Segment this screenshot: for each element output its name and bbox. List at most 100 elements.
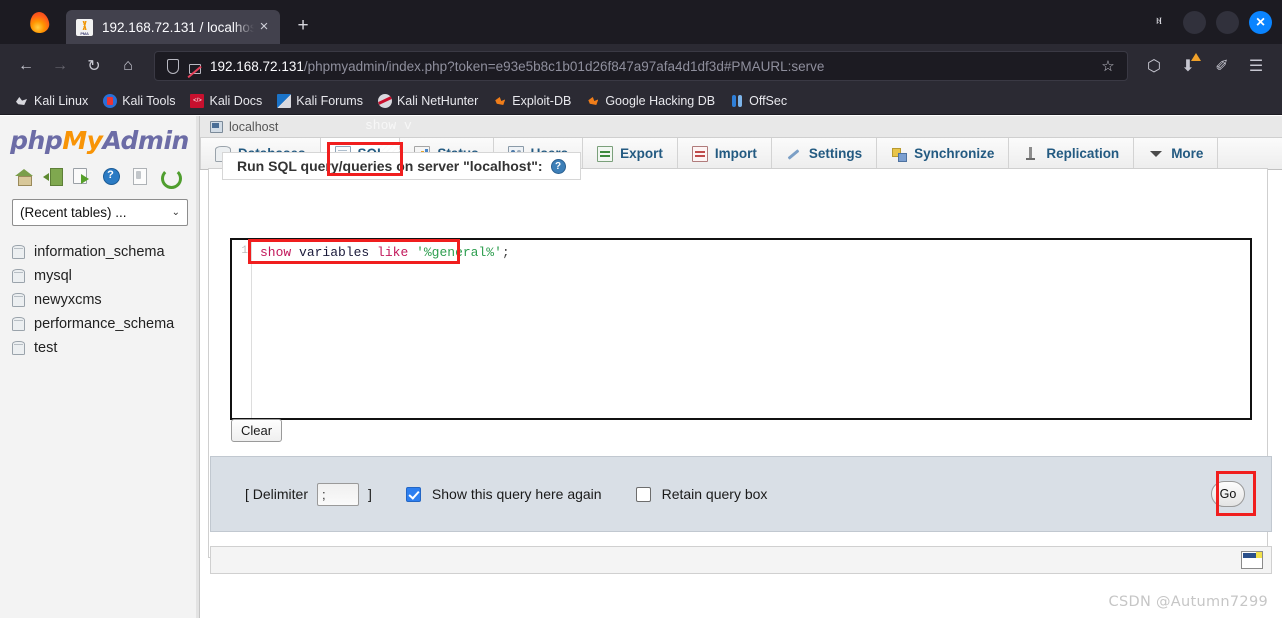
recent-tables-value: (Recent tables) ... [20,205,127,220]
recent-tables-select[interactable]: (Recent tables) ... ⌄ [12,199,188,226]
sidebar-database-item[interactable]: newyxcms [0,288,199,312]
tab-label: Import [714,146,757,161]
bookmark-label: Kali Docs [209,94,263,108]
database-name: newyxcms [34,292,102,308]
list-all-tabs-icon[interactable]: ⱝ [1145,8,1173,36]
help-icon[interactable]: ? [550,158,566,174]
show-query-again-checkbox[interactable] [405,486,421,502]
tab-synchronize[interactable]: Synchronize [877,138,1010,169]
bookmark-label: Google Hacking DB [605,94,716,108]
url-text: 192.168.72.131/phpmyadmin/index.php?toke… [210,59,1097,74]
bookmark-item[interactable]: Kali Forums [270,92,370,110]
bookmark-item[interactable]: Exploit-DB [486,92,578,110]
database-name: performance_schema [34,316,175,332]
phpmyadmin-favicon [76,18,93,36]
logout-icon[interactable] [43,166,63,186]
tab-strip: 192.168.72.131 / localhost × + [0,0,1282,44]
reload-button[interactable]: ↻ [78,50,110,82]
kali-dragon-icon [15,94,29,108]
help-icon[interactable] [101,166,121,186]
bookmark-label: Kali NetHunter [396,94,479,108]
sql-panel-heading-text: Run SQL query/queries on server "localho… [237,158,543,174]
sql-query-text[interactable]: show variables like '%general%'; [252,240,1250,418]
kali-forums-icon [277,94,292,108]
tab-replication[interactable]: Replication [1009,138,1135,169]
sql-string-literal: '%general%' [408,245,502,260]
export-icon [597,145,614,162]
close-icon[interactable]: × [254,17,274,37]
sql-semicolon: ; [501,245,510,260]
docs-icon[interactable] [130,166,150,186]
go-button[interactable]: Go [1211,481,1245,507]
extensions-icon[interactable]: ✐ [1206,50,1238,82]
delimiter-input[interactable]: ; [317,482,360,506]
bookmark-label: Kali Linux [34,94,89,108]
clear-button[interactable]: Clear [231,419,283,442]
offsec-icon [730,94,744,108]
close-window-button[interactable] [1249,10,1272,34]
back-button[interactable]: ← [10,50,42,82]
tab-label: Synchronize [914,146,995,161]
bookmark-item[interactable]: Google Hacking DB [579,92,722,110]
bookmark-star-icon[interactable]: ☆ [1097,57,1119,75]
bookmark-item[interactable]: Kali Docs [183,92,269,110]
bookmark-item[interactable]: Kali NetHunter [371,92,485,110]
chevron-down-icon [1148,146,1164,162]
database-name: test [34,340,58,356]
sidebar-scrollbar[interactable] [196,116,199,618]
maximize-button[interactable] [1216,10,1239,34]
delimiter-group: [ Delimiter ; ] Show this query here aga… [245,482,768,506]
sidebar-database-item[interactable]: information_schema [0,240,199,264]
forward-button[interactable]: → [44,50,76,82]
tab-label: Settings [808,146,863,161]
firefox-logo-icon [28,10,52,35]
show-query-again-label[interactable]: Show this query here again [432,486,602,502]
browser-navbar: ← → ↻ ⌂ 192.168.72.131/phpmyadmin/index.… [0,44,1282,88]
console-icon[interactable] [1241,551,1263,569]
tab-import[interactable]: Import [678,138,772,169]
window-controls: ⱝ [1145,0,1272,44]
browser-tab-active[interactable]: 192.168.72.131 / localhost × [66,10,280,44]
editor-gutter: 1 [232,240,252,418]
sql-query-icon[interactable] [72,166,92,186]
app-menu-icon[interactable]: ☰ [1240,50,1272,82]
new-tab-button[interactable]: + [288,11,318,41]
sidebar-database-item[interactable]: test [0,336,199,360]
tab-export[interactable]: Export [583,138,678,169]
url-path: /phpmyadmin/index.php?token=e93e5b8c1b01… [303,58,825,74]
database-name: mysql [34,268,72,284]
home-icon[interactable] [14,166,34,186]
bookmark-item[interactable]: Kali Linux [8,92,95,110]
phpmyadmin-logo[interactable]: phpMyAdmin [0,116,199,161]
database-list: information_schemamysql newyxcms performan… [0,240,199,360]
tab-settings[interactable]: Settings [772,138,878,169]
csdn-watermark: CSDN @Autumn7299 [1108,594,1268,610]
bookmarks-bar: Kali Linux Kali Tools Kali Docs Kali Forums… [0,88,1282,115]
insecure-connection-icon[interactable] [185,57,203,75]
bookmark-label: Kali Forums [296,94,363,108]
delimiter-open-bracket: [ Delimiter [245,486,309,502]
sidebar-database-item[interactable]: mysql [0,264,199,288]
retain-query-box-label[interactable]: Retain query box [662,486,768,502]
console-bar [210,546,1272,574]
database-icon [12,293,25,307]
reload-icon[interactable] [159,166,182,189]
minimize-button[interactable] [1183,10,1206,34]
database-icon [12,245,25,259]
bookmark-item[interactable]: Kali Tools [96,92,182,110]
tab-more[interactable]: More [1134,138,1219,169]
sql-editor[interactable]: 1 show variables like '%general%'; [230,238,1252,420]
sql-panel-heading: Run SQL query/queries on server "localho… [222,152,581,180]
downloads-icon[interactable]: ⬇ [1172,50,1204,82]
database-name: information_schema [34,244,165,260]
sql-keyword-like: like [377,245,409,260]
tab-label: Replication [1046,146,1120,161]
sidebar-database-item[interactable]: performance_schema [0,312,199,336]
pocket-icon[interactable]: ⬡ [1138,50,1170,82]
home-button[interactable]: ⌂ [112,50,144,82]
retain-query-box-checkbox[interactable] [635,486,651,502]
exploitdb-icon [493,94,507,108]
tracking-protection-icon[interactable] [163,57,181,75]
bookmark-item[interactable]: OffSec [723,92,794,110]
address-bar[interactable]: 192.168.72.131/phpmyadmin/index.php?toke… [154,51,1128,81]
